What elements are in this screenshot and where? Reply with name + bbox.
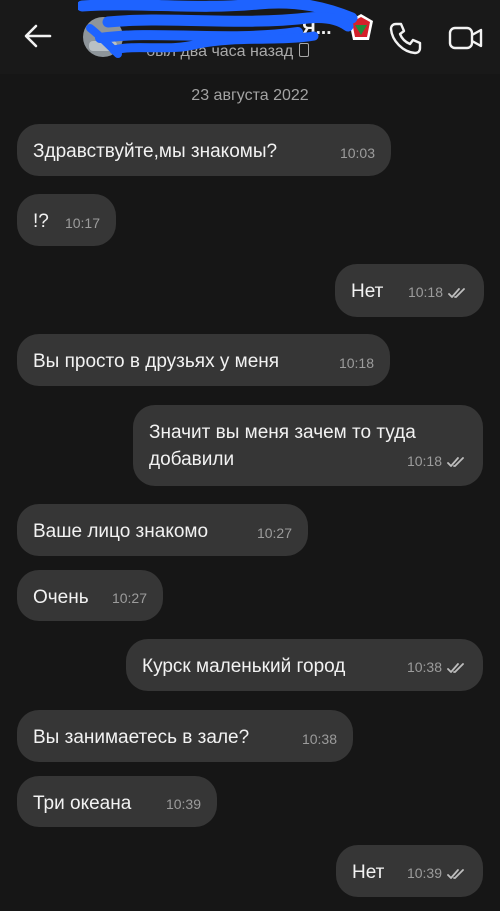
chat-header: Я... был два часа назад [0,0,500,74]
message-incoming[interactable]: Три океана 10:39 [17,776,217,827]
message-text: Нет [351,281,384,302]
message-text: Вы просто в друзьях у меня [33,351,280,372]
message-time: 10:38 [301,731,337,747]
message-incoming[interactable]: !? 10:17 [17,194,116,246]
avatar[interactable] [83,17,123,57]
video-call-button[interactable] [446,20,486,56]
message-incoming[interactable]: Здравствуйте,мы знакомы? 10:03 [17,124,391,176]
message-meta: 10:39 [407,860,467,887]
message-time: 10:39 [406,865,442,881]
message-incoming[interactable]: Ваше лицо знакомо 10:27 [17,504,308,556]
contact-status: был два часа назад [146,43,310,61]
message-outgoing[interactable]: Нет 10:39 [336,845,483,897]
message-meta: 10:38 [407,654,467,681]
message-time: 10:03 [339,145,375,161]
status-text: был два часа назад [146,43,294,60]
message-incoming[interactable]: Вы просто в друзьях у меня 10:18 [17,334,390,386]
message-text: Значит вы меня зачем то туда добавили [149,422,416,470]
message-time: 10:27 [111,590,147,606]
double-check-icon [448,288,465,299]
voice-call-button[interactable] [387,20,423,56]
message-outgoing[interactable]: Курск маленький город 10:38 [126,639,483,691]
message-text: !? [33,211,49,232]
message-meta: 10:18 [408,279,468,306]
double-check-icon [447,457,464,468]
message-time: 10:18 [406,453,442,469]
message-text: Три океана [33,793,132,814]
message-time: 10:38 [406,659,442,675]
double-check-icon [447,869,464,880]
message-incoming[interactable]: Вы занимаетесь в зале? 10:38 [17,710,353,762]
message-text: Ваше лицо знакомо [33,521,209,542]
message-meta: 10:18 [407,448,467,475]
message-outgoing[interactable]: Значит вы меня зачем то туда добавили 10… [133,405,483,486]
message-time: 10:18 [407,284,443,300]
message-text: Здравствуйте,мы знакомы? [33,141,278,162]
date-divider: 23 августа 2022 [191,87,309,104]
club-emblem-icon [349,14,373,40]
message-time: 10:17 [64,215,100,231]
message-text: Очень [33,587,89,608]
message-incoming[interactable]: Очень 10:27 [17,570,163,621]
mobile-device-icon [299,43,310,57]
arrow-left-icon [24,24,52,48]
message-time: 10:27 [256,525,292,541]
contact-name[interactable]: Я... [302,18,332,40]
message-text: Курск маленький город [142,656,346,677]
message-text: Вы занимаетесь в зале? [33,727,250,748]
back-button[interactable] [20,18,56,54]
phone-icon [389,22,422,55]
double-check-icon [447,663,464,674]
message-time: 10:18 [338,355,374,371]
video-camera-icon [448,26,483,50]
message-time: 10:39 [165,796,201,812]
message-text: Нет [352,862,385,883]
message-outgoing[interactable]: Нет 10:18 [335,264,484,317]
